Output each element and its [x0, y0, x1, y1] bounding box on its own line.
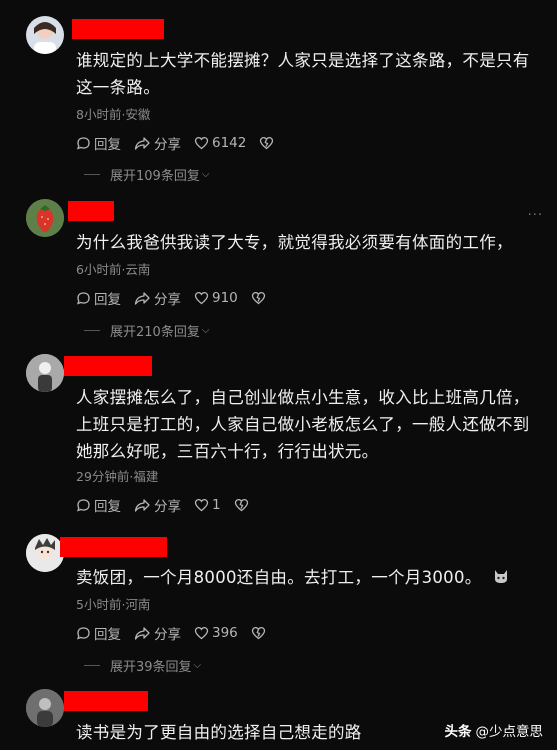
dislike-button[interactable]: [259, 136, 277, 150]
share-icon: [134, 291, 150, 305]
share-icon: [134, 136, 150, 150]
divider-line: [84, 173, 100, 175]
reply-button[interactable]: 回复: [76, 288, 121, 308]
redacted-username[interactable]: [60, 537, 167, 557]
comment-text: 为什么我爸供我读了大专，就觉得我必须要有体面的工作，: [76, 233, 513, 252]
comment-actions: 回复 分享 6142: [76, 133, 290, 153]
reply-icon: [76, 626, 90, 640]
broken-heart-icon: [234, 498, 248, 512]
share-label: 分享: [154, 292, 181, 308]
share-button[interactable]: 分享: [134, 288, 181, 308]
reply-icon: [76, 291, 90, 305]
divider-line: [84, 664, 100, 666]
share-label: 分享: [154, 137, 181, 153]
expand-replies-label: 展开39条回复: [110, 659, 192, 675]
expand-replies[interactable]: 展开210条回复 ⌵: [84, 321, 210, 340]
share-button[interactable]: 分享: [134, 623, 181, 643]
divider-line: [84, 329, 100, 331]
reply-button[interactable]: 回复: [76, 495, 121, 515]
comment-text: 读书是为了更自由的选择自己想走的路: [76, 723, 362, 742]
like-count: 396: [212, 625, 238, 641]
like-count: 6142: [212, 135, 247, 151]
dislike-button[interactable]: [251, 626, 269, 640]
comment-text: 卖饭团，一个月8000还自由。去打工，一个月3000。: [76, 564, 536, 592]
avatar[interactable]: [26, 16, 64, 54]
avatar[interactable]: [26, 689, 64, 727]
share-icon: [134, 626, 150, 640]
like-button[interactable]: 1: [194, 497, 221, 513]
avatar[interactable]: [26, 354, 64, 392]
comment-meta: 5小时前·河南: [76, 597, 151, 612]
cat-emoji-icon: [493, 565, 509, 592]
heart-icon: [194, 291, 209, 305]
redacted-username[interactable]: [64, 691, 148, 711]
redacted-username[interactable]: [68, 201, 114, 221]
like-button[interactable]: 910: [194, 290, 238, 306]
comment-actions: 回复 分享 1: [76, 495, 265, 515]
expand-replies-label: 展开210条回复: [110, 324, 200, 340]
like-button[interactable]: 6142: [194, 135, 246, 151]
watermark-handle: @少点意思: [475, 724, 544, 740]
dislike-button[interactable]: [251, 291, 269, 305]
broken-heart-icon: [251, 291, 265, 305]
redacted-username[interactable]: [64, 356, 152, 376]
watermark: 头条 @少点意思: [445, 720, 544, 740]
heart-icon: [194, 626, 209, 640]
comment-actions: 回复 分享 910: [76, 288, 282, 308]
dislike-button[interactable]: [234, 498, 252, 512]
broken-heart-icon: [260, 136, 274, 150]
expand-replies[interactable]: 展开109条回复 ⌵: [84, 165, 210, 184]
reply-icon: [76, 136, 90, 150]
share-label: 分享: [154, 627, 181, 643]
reply-button[interactable]: 回复: [76, 133, 121, 153]
chevron-down-icon: ⌵: [193, 659, 202, 671]
share-button[interactable]: 分享: [134, 495, 181, 515]
share-icon: [134, 498, 150, 512]
expand-replies[interactable]: 展开39条回复 ⌵: [84, 656, 202, 675]
like-count: 1: [212, 497, 221, 513]
comment-text: 谁规定的上大学不能摆摊？人家只是选择了这条路，不是只有这一条路。: [76, 51, 530, 97]
comment-meta: 29分钟前·福建: [76, 469, 159, 484]
comment-text-content: 卖饭团，一个月8000还自由。去打工，一个月3000。: [76, 568, 482, 587]
reply-label: 回复: [94, 499, 121, 515]
avatar[interactable]: [26, 534, 64, 572]
comment-text: 人家摆摊怎么了，自己创业做点小生意，收入比上班高几倍，上班只是打工的，人家自己做…: [76, 388, 530, 461]
heart-icon: [194, 136, 209, 150]
share-label: 分享: [154, 499, 181, 515]
like-count: 910: [212, 290, 238, 306]
reply-label: 回复: [94, 292, 121, 308]
more-dots-icon[interactable]: ···: [528, 208, 543, 223]
reply-button[interactable]: 回复: [76, 623, 121, 643]
comment-actions: 回复 分享 396: [76, 623, 282, 643]
heart-icon: [194, 498, 209, 512]
like-button[interactable]: 396: [194, 625, 238, 641]
reply-label: 回复: [94, 627, 121, 643]
comment-meta: 6小时前·云南: [76, 262, 151, 277]
redacted-username[interactable]: [72, 19, 164, 39]
share-button[interactable]: 分享: [134, 133, 181, 153]
chevron-down-icon: ⌵: [201, 324, 210, 336]
watermark-brand: 头条: [444, 724, 472, 740]
reply-label: 回复: [94, 137, 121, 153]
chevron-down-icon: ⌵: [201, 168, 210, 180]
broken-heart-icon: [251, 626, 265, 640]
comment-meta: 8小时前·安徽: [76, 107, 151, 122]
expand-replies-label: 展开109条回复: [110, 168, 200, 184]
avatar[interactable]: [26, 199, 64, 237]
reply-icon: [76, 498, 90, 512]
